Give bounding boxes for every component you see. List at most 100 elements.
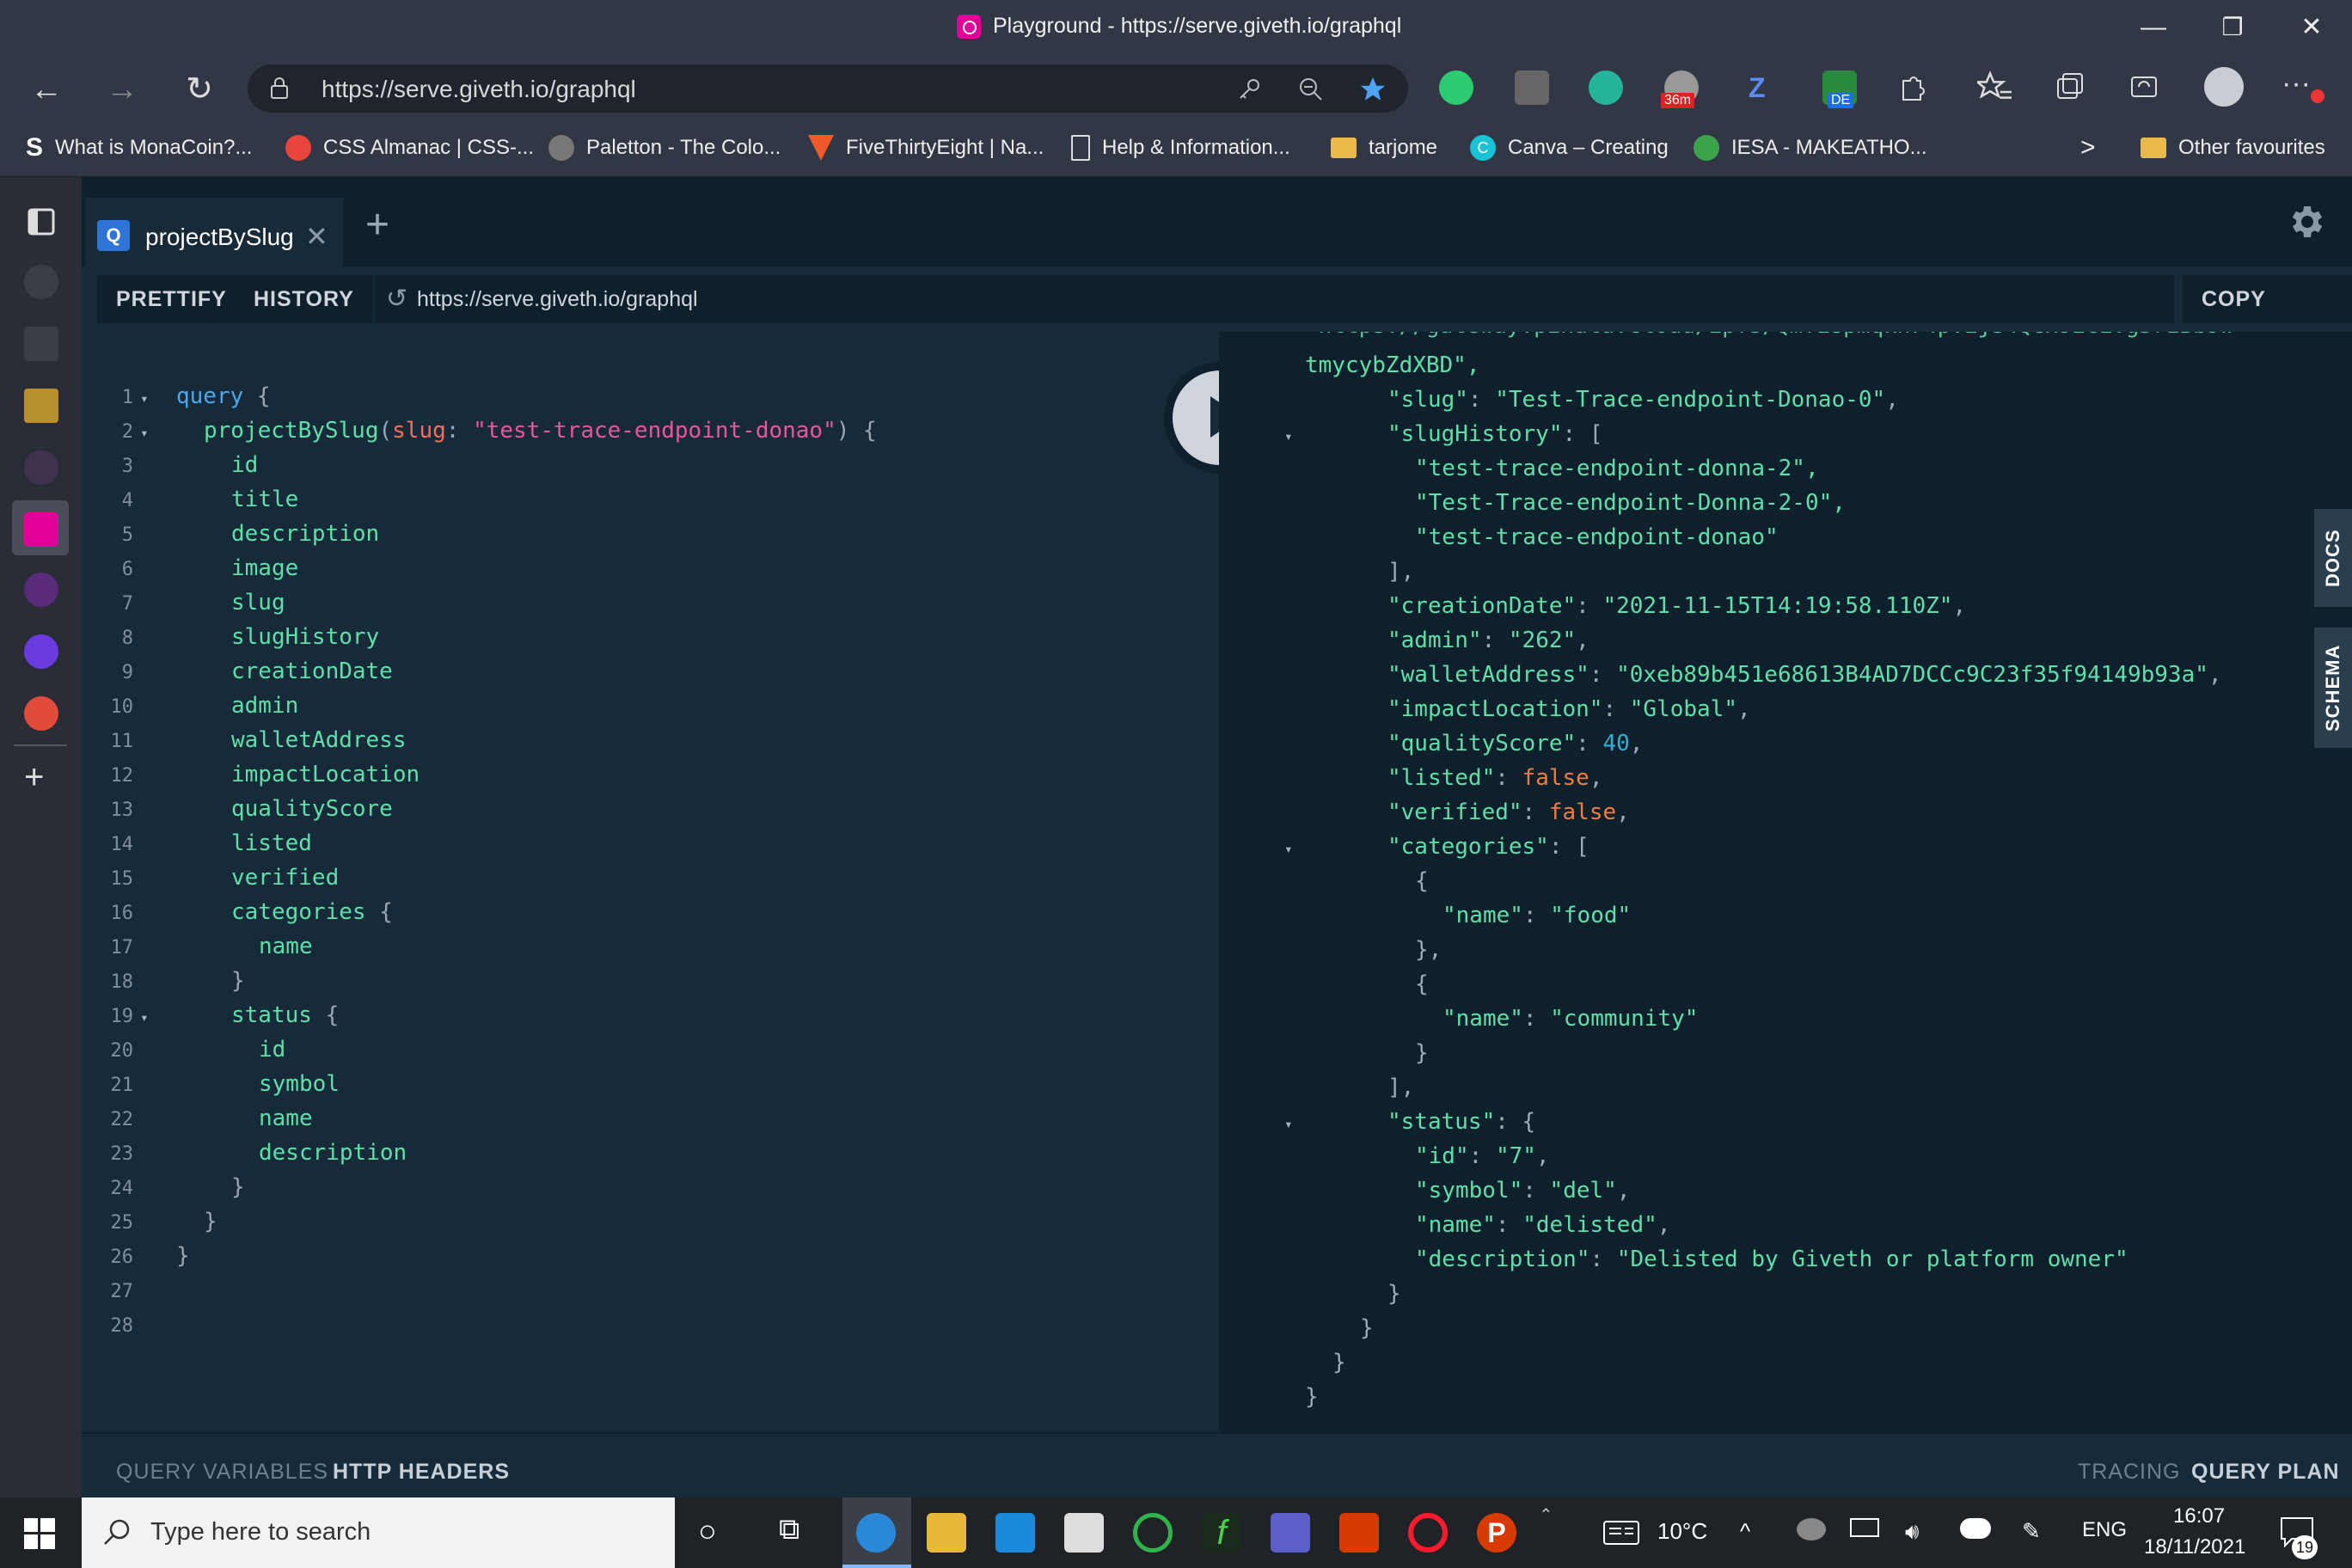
address-bar[interactable]: https://serve.giveth.io/graphql xyxy=(248,64,1408,113)
opera-icon[interactable] xyxy=(1408,1513,1448,1553)
status-field: name xyxy=(259,1106,313,1131)
pdf-app-icon[interactable]: P xyxy=(1477,1513,1516,1553)
pen-icon[interactable]: ✎ xyxy=(2022,1518,2041,1545)
windows-start-icon[interactable] xyxy=(24,1518,55,1549)
history-button[interactable]: HISTORY xyxy=(235,275,373,323)
input-language[interactable]: ENG xyxy=(2082,1518,2127,1542)
minimize-button[interactable]: — xyxy=(2132,10,2175,45)
taskbar-search-box[interactable]: Type here to search xyxy=(82,1498,675,1568)
favourites-list-icon[interactable] xyxy=(1977,70,2012,105)
endpoint-input[interactable]: ↺ https://serve.giveth.io/graphql xyxy=(374,275,2174,323)
cortana-icon[interactable]: ○ xyxy=(698,1513,717,1549)
status-field: symbol xyxy=(259,1071,340,1097)
extension-layers-icon[interactable] xyxy=(1589,70,1623,105)
prettify-button[interactable]: PRETTIFY xyxy=(97,275,246,323)
zoom-out-icon[interactable] xyxy=(1298,77,1324,102)
volume-icon[interactable]: 🔊︎ xyxy=(1905,1518,1919,1546)
store-icon[interactable] xyxy=(1064,1513,1104,1553)
result-fold-icon[interactable]: ▾ xyxy=(1284,1116,1293,1132)
profile-avatar[interactable] xyxy=(2204,67,2244,107)
collections-icon[interactable] xyxy=(2053,70,2087,105)
forward-button[interactable]: → xyxy=(103,70,141,108)
favourites-overflow-button[interactable]: > xyxy=(2080,132,2096,163)
fold-arrow-icon[interactable]: ▾ xyxy=(140,1009,149,1026)
result-brace-close: } xyxy=(1305,1384,1319,1410)
fav-css-almanac[interactable]: CSS Almanac | CSS-... xyxy=(285,132,534,163)
browser-sidebar: + xyxy=(0,177,82,1498)
result-fold-icon[interactable]: ▾ xyxy=(1284,841,1293,857)
tab-close-icon[interactable]: ✕ xyxy=(305,220,328,253)
add-tab-icon[interactable]: + xyxy=(24,758,44,797)
sidebar-tab-record-icon[interactable] xyxy=(24,696,58,731)
http-headers-tab[interactable]: HTTP HEADERS xyxy=(333,1460,510,1485)
clock-date[interactable]: 18/11/2021 xyxy=(2144,1535,2245,1559)
settings-gear-icon[interactable] xyxy=(2285,201,2326,242)
fav-paletton[interactable]: Paletton - The Colo... xyxy=(548,132,781,163)
fold-arrow-icon[interactable]: ▾ xyxy=(140,390,149,407)
extension-z-icon[interactable]: Z xyxy=(1749,72,1766,104)
fav-help-information[interactable]: Help & Information... xyxy=(1071,132,1290,163)
fav-other-favourites[interactable]: Other favourites xyxy=(2141,132,2325,163)
copy-curl-button[interactable]: COPY CURL xyxy=(2183,275,2352,359)
show-hidden-icons-button[interactable]: ^ xyxy=(1740,1518,1750,1545)
cloud-upload-icon[interactable] xyxy=(1960,1518,1991,1539)
key-icon[interactable] xyxy=(1236,77,1262,102)
extension-copy-icon[interactable] xyxy=(1515,70,1549,105)
extensions-puzzle-icon[interactable] xyxy=(1895,70,1929,105)
result-category-community: "name": "community" xyxy=(1442,1006,1699,1032)
result-image-cut: "https://gateway.pinata.cloud/ipfs/QmTL8… xyxy=(1305,332,2233,339)
result-pane: "https://gateway.pinata.cloud/ipfs/QmTL8… xyxy=(1219,332,2352,1432)
line-number: 26 xyxy=(110,1246,134,1268)
office-icon[interactable] xyxy=(1339,1513,1379,1553)
fav-tarjome[interactable]: tarjome xyxy=(1331,132,1437,163)
file-explorer-icon[interactable] xyxy=(927,1513,966,1553)
schema-tab[interactable]: SCHEMA xyxy=(2314,628,2352,748)
fav-canva[interactable]: C Canva – Creating xyxy=(1470,132,1669,163)
mail-icon[interactable] xyxy=(995,1513,1035,1553)
query-variables-tab[interactable]: QUERY VARIABLES xyxy=(116,1460,328,1485)
docs-tab[interactable]: DOCS xyxy=(2314,509,2352,607)
taskbar-chevron-icon[interactable]: ⌃ xyxy=(1539,1504,1553,1526)
fav-iesa[interactable]: IESA - MAKEATHO... xyxy=(1694,132,1927,163)
battery-icon[interactable] xyxy=(1850,1518,1879,1537)
fav-fivethirtyeight[interactable]: FiveThirtyEight | Na... xyxy=(808,132,1044,163)
fav-monacoin[interactable]: S What is MonaCoin?... xyxy=(26,132,252,163)
formula-app-icon[interactable]: f xyxy=(1202,1513,1241,1553)
back-button[interactable]: ← xyxy=(28,70,65,108)
sidebar-tab-giveth-icon[interactable] xyxy=(24,450,58,485)
restore-button[interactable]: ❐ xyxy=(2211,10,2254,45)
teams-icon[interactable] xyxy=(1271,1513,1310,1553)
sidebar-tab-giveth-2-icon[interactable] xyxy=(24,573,58,607)
weather-widget-icon[interactable] xyxy=(1602,1518,1640,1547)
tab-actions-icon[interactable] xyxy=(24,205,58,239)
more-menu-icon[interactable]: ··· xyxy=(2282,67,2311,101)
code-line-2: projectBySlug(slug: "test-trace-endpoint… xyxy=(204,418,877,444)
tab-projectbyslug[interactable]: Q projectBySlug ✕ xyxy=(85,198,343,266)
result-verified: "verified": false, xyxy=(1387,799,1630,825)
sync-icon[interactable] xyxy=(2127,70,2161,105)
refresh-app-icon[interactable] xyxy=(1133,1513,1173,1553)
line-number: 16 xyxy=(110,903,134,924)
onedrive-error-icon[interactable] xyxy=(1797,1518,1826,1540)
extension-chat-icon[interactable] xyxy=(1439,70,1473,105)
query-editor[interactable]: 1 2 3 4 5 6 7 8 9 10 11 12 13 14 15 16 17 18 19 20 21 22 23 24 2… xyxy=(82,332,1219,1432)
sidebar-tab-graphql-icon[interactable] xyxy=(24,512,58,547)
edge-taskbar-icon[interactable] xyxy=(856,1513,896,1553)
query-plan-tab[interactable]: QUERY PLAN xyxy=(2191,1460,2340,1485)
clock-time[interactable]: 16:07 xyxy=(2173,1504,2225,1528)
fold-arrow-icon[interactable]: ▾ xyxy=(140,425,149,441)
result-slughistory: "slugHistory": [ xyxy=(1387,421,1603,447)
sidebar-tab-giveth-3-icon[interactable] xyxy=(24,634,58,669)
task-view-icon[interactable]: ⧉ xyxy=(779,1513,799,1547)
favourite-star-icon[interactable] xyxy=(1358,75,1387,104)
sidebar-tab-miro-icon[interactable] xyxy=(24,389,58,423)
tracing-tab[interactable]: TRACING xyxy=(2078,1460,2181,1485)
close-window-button[interactable]: ✕ xyxy=(2290,10,2333,45)
refresh-button[interactable]: ↻ xyxy=(181,70,218,108)
weather-temperature[interactable]: 10°C xyxy=(1657,1518,1707,1545)
sidebar-tab-github-icon[interactable] xyxy=(24,265,58,299)
reload-schema-icon[interactable]: ↺ xyxy=(386,275,407,323)
new-tab-button[interactable]: + xyxy=(365,205,389,246)
sidebar-tab-page-icon[interactable] xyxy=(24,327,58,361)
result-fold-icon[interactable]: ▾ xyxy=(1284,428,1293,444)
